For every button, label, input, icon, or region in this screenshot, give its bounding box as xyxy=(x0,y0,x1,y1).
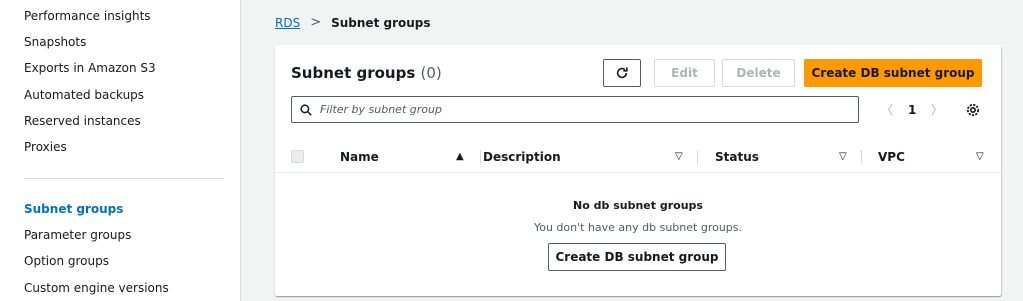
sidebar-item-exports-s3[interactable]: Exports in Amazon S3 xyxy=(24,61,156,75)
settings-icon[interactable] xyxy=(965,102,981,118)
pager-current-page[interactable]: 1 xyxy=(908,96,916,123)
sidebar: Performance insights Snapshots Exports i… xyxy=(0,0,241,301)
filter-box xyxy=(291,96,859,123)
column-header-name[interactable]: Name xyxy=(340,150,379,164)
breadcrumb-rds-link[interactable]: RDS xyxy=(275,16,300,30)
refresh-icon xyxy=(616,67,628,79)
column-header-status[interactable]: Status xyxy=(715,150,759,164)
sidebar-item-option-groups[interactable]: Option groups xyxy=(24,254,109,268)
column-divider xyxy=(480,150,481,164)
chevron-right-icon[interactable]: 〉 xyxy=(931,96,943,123)
table-header: Name ▲ Description ▽ Status ▽ VPC ▽ xyxy=(275,143,1001,173)
panel-title-text: Subnet groups xyxy=(291,64,416,82)
breadcrumb-current: Subnet groups xyxy=(331,15,431,30)
sort-icon[interactable]: ▽ xyxy=(675,151,683,162)
column-header-vpc[interactable]: VPC xyxy=(878,150,905,164)
sidebar-item-performance-insights[interactable]: Performance insights xyxy=(24,9,151,23)
refresh-button[interactable] xyxy=(603,59,641,87)
sidebar-item-reserved-instances[interactable]: Reserved instances xyxy=(24,114,141,128)
breadcrumb-separator: > xyxy=(310,15,322,30)
select-all-checkbox[interactable] xyxy=(291,150,304,163)
panel-title: Subnet groups (0) xyxy=(291,64,442,82)
breadcrumb: RDS > Subnet groups xyxy=(275,15,431,30)
empty-state-description: You don't have any db subnet groups. xyxy=(533,221,743,234)
subnet-groups-panel: Subnet groups (0) Edit Delete Create DB … xyxy=(275,45,1001,296)
column-divider xyxy=(697,150,698,164)
column-divider xyxy=(861,150,862,164)
create-db-subnet-group-button[interactable]: Create DB subnet group xyxy=(804,59,982,87)
delete-button[interactable]: Delete xyxy=(722,59,795,87)
sidebar-divider xyxy=(24,178,224,179)
sidebar-item-automated-backups[interactable]: Automated backups xyxy=(24,88,144,102)
panel-count: (0) xyxy=(420,64,442,82)
sort-icon[interactable]: ▽ xyxy=(976,151,984,162)
search-icon xyxy=(300,103,312,116)
edit-button[interactable]: Edit xyxy=(654,59,715,87)
empty-state-title: No db subnet groups xyxy=(573,199,703,212)
sidebar-item-parameter-groups[interactable]: Parameter groups xyxy=(24,228,131,242)
sidebar-item-custom-engine-versions[interactable]: Custom engine versions xyxy=(24,281,169,295)
sort-ascending-icon[interactable]: ▲ xyxy=(456,151,464,162)
sidebar-item-proxies[interactable]: Proxies xyxy=(24,140,67,154)
sidebar-item-subnet-groups[interactable]: Subnet groups xyxy=(24,202,123,216)
sort-icon[interactable]: ▽ xyxy=(839,151,847,162)
filter-input[interactable] xyxy=(320,103,840,116)
chevron-left-icon[interactable]: 〈 xyxy=(881,96,893,123)
sidebar-item-snapshots[interactable]: Snapshots xyxy=(24,35,86,49)
empty-create-db-subnet-group-button[interactable]: Create DB subnet group xyxy=(548,243,726,271)
column-header-description[interactable]: Description xyxy=(483,150,561,164)
